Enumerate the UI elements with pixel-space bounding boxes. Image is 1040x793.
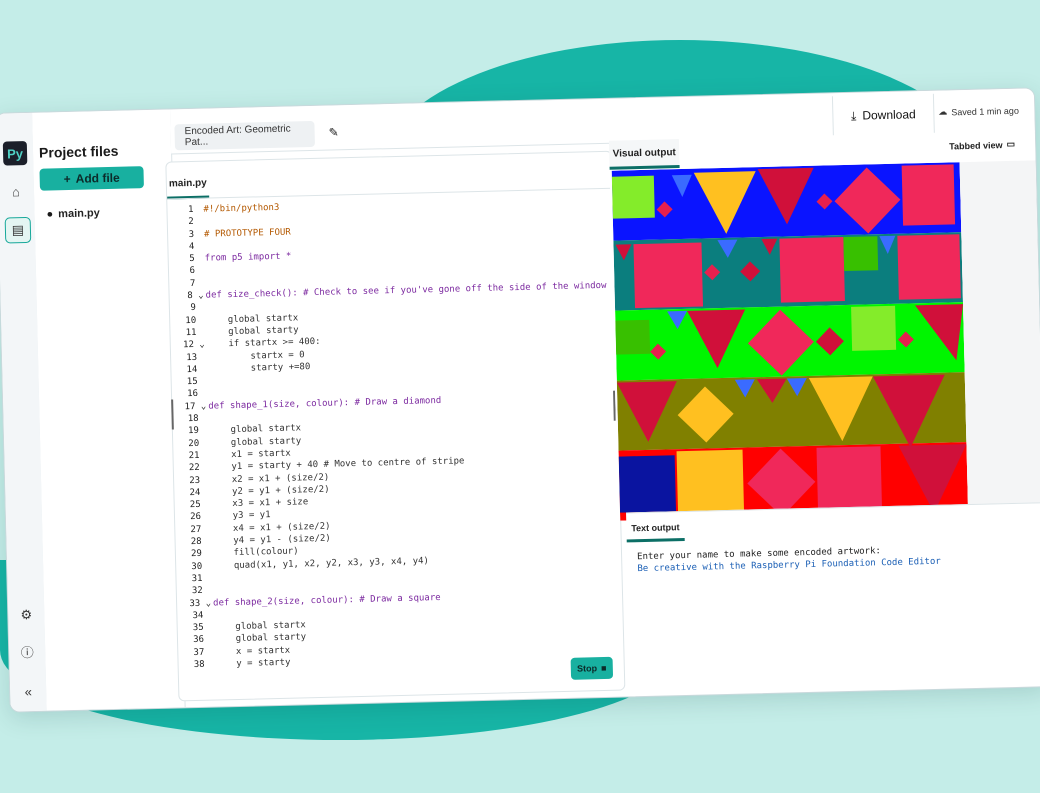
shape-navy-square (618, 455, 677, 513)
line-number: 23 (189, 475, 201, 486)
line-number: 19 (187, 426, 200, 437)
stop-label: Stop (576, 663, 598, 674)
line-number: 33 ⌄ (189, 598, 212, 609)
saved-text: Saved 1 min ago (951, 105, 1019, 117)
text-tab-label: Text output (631, 522, 680, 534)
line-number: 15 (186, 377, 198, 388)
python-logo-icon[interactable]: Py (2, 140, 28, 166)
add-file-button[interactable]: + Add file (39, 166, 144, 191)
collapse-icon[interactable]: « (16, 679, 41, 704)
add-file-label: Add file (75, 170, 120, 186)
text-output-panel: Text output Enter your name to make some… (626, 502, 1040, 664)
shape-pink-square (901, 164, 956, 226)
line-number: 32 (191, 586, 203, 597)
code-area[interactable]: #!/bin/python3 # PROTOTYPE FOUR from p5 im… (203, 194, 620, 671)
shape-pink-square-5 (816, 446, 882, 510)
line-number: 14 (186, 364, 198, 375)
line-number: 10 (185, 315, 197, 326)
visual-output-panel: Visual output Tabbed view ▭ (608, 130, 1040, 521)
line-number: 3 (188, 229, 195, 240)
project-files-panel: Project files + Add file ● main.py (32, 109, 186, 711)
line-number: 13 (186, 352, 198, 363)
tabbed-view-label: Tabbed view (949, 139, 1003, 151)
line-number: 4 (188, 241, 195, 252)
tab-text-output[interactable]: Text output (626, 516, 685, 543)
file-item-main-py[interactable]: ● main.py (46, 207, 100, 220)
console-output: Enter your name to make some encoded art… (637, 544, 941, 575)
artwork-canvas (611, 162, 969, 521)
line-number: 7 (189, 278, 196, 289)
line-number: 22 (188, 463, 200, 474)
line-number: 18 (187, 413, 199, 425)
line-number: 31 (191, 573, 203, 584)
info-icon[interactable]: ⓘ (15, 639, 40, 664)
line-number: 34 (192, 610, 204, 621)
line-number: 17 ⌄ (184, 401, 207, 412)
pencil-icon[interactable]: ✎ (328, 125, 338, 139)
line-number: 37 (193, 647, 205, 658)
line-number: 16 (187, 389, 199, 400)
line-number: 2 (188, 217, 194, 228)
home-icon[interactable]: ⌂ (4, 179, 29, 204)
line-number: 29 (190, 549, 203, 560)
shape-green-square (611, 175, 655, 219)
line-number: 6 (189, 266, 196, 277)
files-icon[interactable]: ▤ (4, 216, 32, 244)
shape-green-square-2 (843, 236, 879, 272)
line-number: 27 (190, 524, 202, 535)
save-status: ☁ Saved 1 min ago (938, 105, 1019, 118)
visual-tab-label: Visual output (612, 146, 676, 160)
tab-main-py[interactable]: main.py (166, 169, 210, 200)
download-icon: ⤓ (850, 108, 857, 123)
tab-visual-output[interactable]: Visual output (608, 139, 680, 170)
line-number: 36 (193, 635, 205, 646)
app-stage: Py ⌂ ▤ ⚙ ⓘ « Project files + Add file ● ma… (0, 0, 1040, 793)
shape-pink-square-2 (633, 242, 704, 309)
line-number: 1 (187, 204, 194, 216)
python-file-icon: ● (46, 208, 54, 221)
project-files-title: Project files (38, 142, 119, 161)
line-number: 20 (188, 438, 200, 449)
stop-icon: ■ (600, 662, 607, 674)
line-number: 26 (190, 512, 202, 523)
line-number: 25 (189, 499, 201, 511)
plus-icon: + (63, 171, 71, 187)
line-number: 38 (193, 659, 205, 671)
line-number: 35 (192, 622, 204, 634)
canvas-background-grid (959, 160, 1040, 513)
shape-pink-square-3 (779, 237, 845, 303)
line-number: 12 ⌄ (183, 339, 205, 351)
cloud-check-icon: ☁ (938, 106, 948, 117)
project-name: Encoded Art: Geometric Pat... (184, 123, 291, 149)
line-number: 30 (191, 561, 203, 572)
line-number: 21 (188, 450, 200, 462)
shape-green-square-3 (615, 319, 651, 355)
code-editor-app: Py ⌂ ▤ ⚙ ⓘ « Project files + Add file ● ma… (0, 87, 1040, 713)
window-icon: ▭ (1006, 138, 1016, 150)
shape-yellow-square (676, 449, 745, 520)
line-number: 5 (189, 254, 195, 265)
code-editor-panel: main.py 12345678 ⌄ 9 10 11 12 ⌄ 13 14 15 16 17 ⌄ 1… (165, 150, 626, 702)
line-number: 8 ⌄ (187, 290, 204, 302)
line-number: 11 (185, 327, 197, 339)
shape-pink-square-4 (897, 234, 961, 300)
download-button[interactable]: ⤓ Download (831, 93, 935, 137)
line-number: 24 (189, 487, 201, 498)
project-name-tab[interactable]: Encoded Art: Geometric Pat... (174, 120, 316, 151)
file-name: main.py (58, 207, 100, 221)
line-number: 28 (190, 536, 202, 548)
tabbed-view-toggle[interactable]: Tabbed view ▭ (949, 139, 1015, 152)
settings-icon[interactable]: ⚙ (14, 603, 39, 628)
tab-label: main.py (168, 177, 207, 190)
shape-lime-square (851, 305, 897, 351)
download-label: Download (862, 107, 916, 123)
line-number: 9 (190, 303, 197, 314)
stop-button[interactable]: Stop ■ (570, 656, 614, 680)
